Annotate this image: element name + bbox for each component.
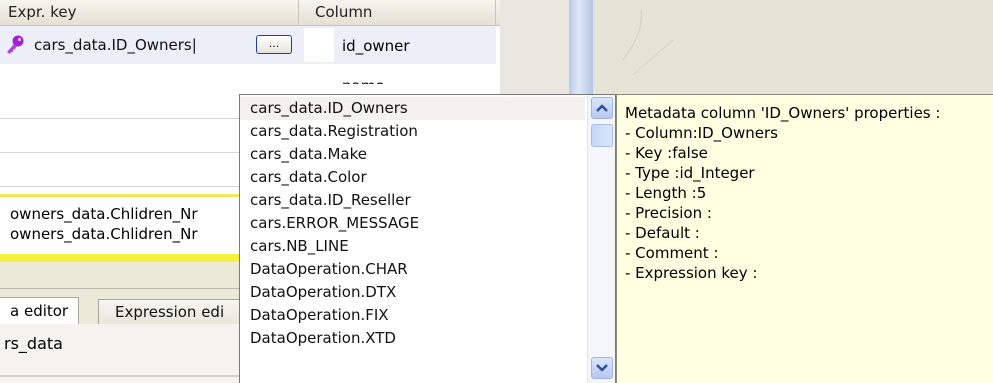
tooltip-property: - Default :: [625, 224, 700, 242]
suggestion-item[interactable]: cars_data.ID_Owners: [240, 97, 585, 120]
browse-button[interactable]: ...: [256, 35, 292, 54]
metadata-tooltip: Metadata column 'ID_Owners' properties :…: [616, 94, 993, 383]
vertical-scrollbar[interactable]: [587, 95, 615, 383]
key-icon: [7, 35, 24, 54]
suggestion-item[interactable]: cars_data.ID_Reseller: [240, 189, 585, 212]
tooltip-property: - Column:ID_Owners: [625, 124, 778, 142]
row-divider: [0, 186, 240, 187]
table-row[interactable]: cars_data.ID_Owners| ... id_owner: [0, 26, 496, 64]
expression-box[interactable]: owners_data.Chlidren_Nr owners_data.Chli…: [0, 194, 240, 262]
chevron-up-icon: [596, 104, 608, 112]
row-divider: [0, 152, 240, 153]
canvas-sketch-lines: [622, 9, 674, 76]
expression-line: owners_data.Chlidren_Nr: [10, 205, 198, 223]
suggestion-item[interactable]: cars_data.Color: [240, 166, 585, 189]
scroll-thumb[interactable]: [591, 124, 613, 147]
tooltip-property: - Expression key :: [625, 264, 758, 282]
expr-key-input[interactable]: cars_data.ID_Owners|: [34, 35, 197, 55]
editor-tab-strip: a editor Expression edi: [0, 288, 258, 325]
row-divider: [0, 118, 240, 119]
tooltip-property: - Precision :: [625, 204, 712, 222]
column-header-expr-key[interactable]: Expr. key: [0, 0, 299, 26]
suggestion-item[interactable]: cars_data.Registration: [240, 120, 585, 143]
autocomplete-popup: cars_data.ID_Owners cars_data.Registrati…: [239, 94, 616, 383]
suggestion-item[interactable]: DataOperation.DTX: [240, 281, 585, 304]
suggestion-list: cars_data.ID_Owners cars_data.Registrati…: [240, 95, 587, 383]
suggestion-item[interactable]: DataOperation.XTD: [240, 327, 585, 350]
tab-data-editor[interactable]: a editor: [0, 297, 80, 325]
schema-title: rs_data: [4, 334, 63, 353]
column-value: id_owner: [342, 37, 410, 55]
tooltip-property: - Key :false: [625, 144, 708, 162]
suggestion-item[interactable]: cars.ERROR_MESSAGE: [240, 212, 585, 235]
column-cell: [304, 28, 334, 62]
tab-expression-editor[interactable]: Expression edi: [98, 299, 258, 325]
tooltip-property: - Type :id_Integer: [625, 164, 755, 182]
tooltip-property: - Length :5: [625, 184, 707, 202]
column-header-column[interactable]: Column: [299, 0, 496, 26]
tooltip-title: Metadata column 'ID_Owners' properties :: [625, 104, 941, 122]
panel-divider: [0, 375, 240, 377]
suggestion-item[interactable]: DataOperation.FIX: [240, 304, 585, 327]
table-header: Expr. key Column: [0, 0, 500, 26]
scroll-down-button[interactable]: [591, 357, 613, 379]
tooltip-property: - Comment :: [625, 244, 719, 262]
scroll-up-button[interactable]: [591, 97, 613, 119]
expression-line: owners_data.Chlidren_Nr: [10, 225, 198, 243]
schema-panel: rs_data: [0, 324, 240, 383]
suggestion-item[interactable]: cars_data.Make: [240, 143, 585, 166]
suggestion-item[interactable]: cars.NB_LINE: [240, 235, 585, 258]
column-value: name: [342, 77, 385, 95]
chevron-down-icon: [596, 364, 608, 372]
suggestion-item[interactable]: DataOperation.CHAR: [240, 258, 585, 281]
separator-strip: [0, 262, 240, 288]
